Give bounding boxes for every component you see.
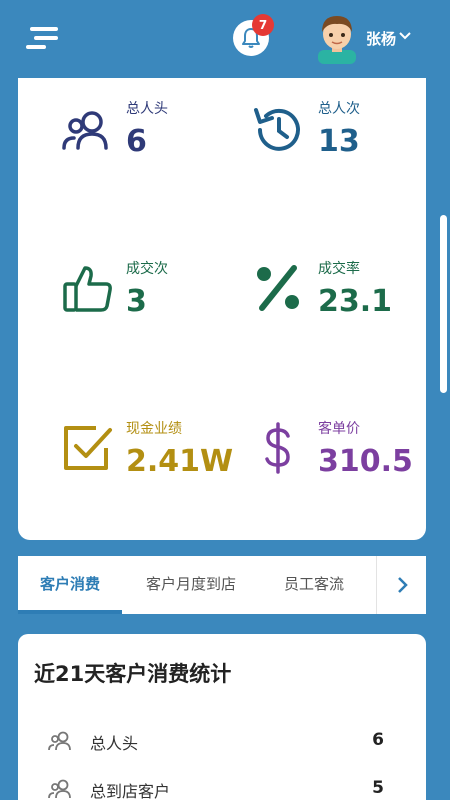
tab-active-indicator [18, 610, 122, 614]
users-icon [48, 779, 71, 799]
stat-value: 23.1 [318, 284, 393, 319]
row-value: 6 [372, 730, 384, 750]
tab-staff-traffic[interactable]: 员工客流 [264, 556, 364, 614]
menu-icon[interactable] [26, 24, 62, 54]
row-value: 5 [372, 778, 384, 798]
stat-label: 现金业绩 [126, 421, 182, 437]
chevron-down-icon[interactable] [398, 31, 412, 41]
summary-title: 近21天客户消费统计 [34, 662, 232, 686]
stat-value: 310.5 [318, 444, 413, 479]
stat-average-order[interactable]: 客单价 310.5 [252, 418, 442, 498]
users-icon [62, 111, 108, 150]
notification-badge: 7 [252, 14, 274, 36]
dollar-icon [265, 422, 290, 474]
history-icon [254, 108, 300, 151]
stat-value: 13 [318, 124, 360, 159]
tab-customer-consumption[interactable]: 客户消费 [18, 556, 122, 614]
tab-customer-monthly-visits[interactable]: 客户月度到店 [128, 556, 254, 614]
thumbs-up-icon [63, 266, 112, 312]
stats-card: 总人头 6 总人次 13 成交次 3 成交率 23.1 现金业绩 2.41W 客… [18, 78, 426, 540]
row-label: 总人头 [90, 734, 139, 753]
stat-value: 6 [126, 124, 147, 159]
checkbox-icon [64, 426, 112, 470]
stat-label: 客单价 [318, 421, 360, 437]
summary-card: 近21天客户消费统计 总人头 6 总到店客户 5 [18, 634, 426, 800]
stat-label: 成交率 [318, 261, 360, 277]
stat-cash-performance[interactable]: 现金业绩 2.41W [62, 418, 252, 498]
stat-deal-rate[interactable]: 成交率 23.1 [252, 258, 442, 338]
stat-label: 成交次 [126, 261, 168, 277]
stat-deal-count[interactable]: 成交次 3 [62, 258, 252, 338]
stat-total-visits[interactable]: 总人次 13 [252, 98, 442, 178]
percent-icon [257, 265, 299, 311]
stat-total-heads[interactable]: 总人头 6 [62, 98, 252, 178]
tab-bar: 客户消费 客户月度到店 员工客流 [18, 556, 426, 614]
stat-label: 总人头 [126, 101, 168, 117]
scrollbar[interactable] [440, 215, 447, 393]
list-item[interactable]: 总人头 6 [18, 722, 426, 762]
avatar[interactable] [312, 10, 362, 64]
username[interactable]: 张杨 [366, 28, 396, 49]
users-icon [48, 731, 71, 751]
stat-value: 3 [126, 284, 147, 319]
row-label: 总到店客户 [90, 782, 171, 800]
stat-label: 总人次 [318, 101, 360, 117]
top-bar: 7 张杨 [0, 0, 450, 78]
stat-value: 2.41W [126, 444, 234, 479]
list-item[interactable]: 总到店客户 5 [18, 770, 426, 800]
tab-next-button[interactable] [376, 556, 426, 614]
chevron-right-icon [398, 577, 408, 593]
